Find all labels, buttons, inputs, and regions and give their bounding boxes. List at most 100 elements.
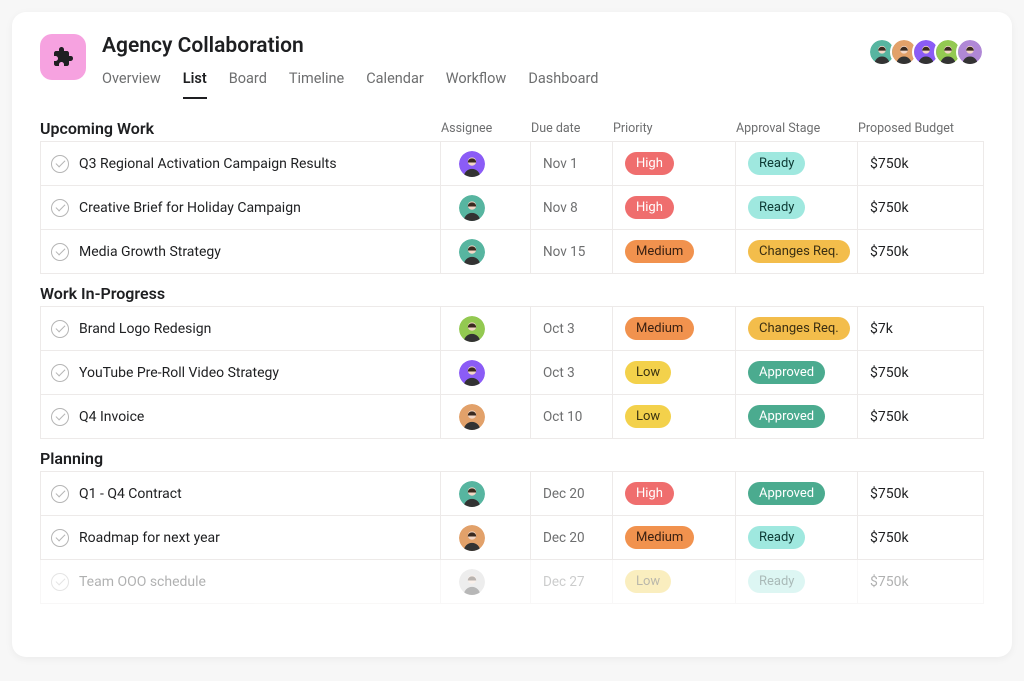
- due-cell[interactable]: Oct 10: [531, 395, 613, 438]
- assignee-avatar[interactable]: [459, 481, 485, 507]
- budget-cell[interactable]: $750k: [858, 472, 983, 515]
- tab-workflow[interactable]: Workflow: [446, 70, 507, 99]
- assignee-avatar[interactable]: [459, 151, 485, 177]
- table-row[interactable]: Q3 Regional Activation Campaign Results …: [40, 141, 984, 186]
- task-cell[interactable]: Creative Brief for Holiday Campaign: [41, 186, 441, 229]
- assignee-cell[interactable]: [441, 560, 531, 603]
- assignee-cell[interactable]: [441, 186, 531, 229]
- priority-cell[interactable]: High: [613, 472, 736, 515]
- complete-task-icon[interactable]: [51, 529, 69, 547]
- budget-cell[interactable]: $750k: [858, 142, 983, 185]
- approval-cell[interactable]: Changes Req.: [736, 307, 858, 350]
- due-cell[interactable]: Dec 27: [531, 560, 613, 603]
- assignee-avatar[interactable]: [459, 195, 485, 221]
- section-title[interactable]: Upcoming Work: [40, 119, 441, 138]
- tab-dashboard[interactable]: Dashboard: [528, 70, 598, 99]
- task-cell[interactable]: Brand Logo Redesign: [41, 307, 441, 350]
- budget-cell[interactable]: $750k: [858, 560, 983, 603]
- tab-board[interactable]: Board: [229, 70, 267, 99]
- due-cell[interactable]: Oct 3: [531, 351, 613, 394]
- approval-pill: Ready: [748, 152, 805, 176]
- assignee-cell[interactable]: [441, 307, 531, 350]
- assignee-avatar[interactable]: [459, 404, 485, 430]
- table-row[interactable]: YouTube Pre-Roll Video Strategy Oct 3 Lo…: [40, 350, 984, 395]
- priority-cell[interactable]: Low: [613, 351, 736, 394]
- task-cell[interactable]: Q3 Regional Activation Campaign Results: [41, 142, 441, 185]
- tab-timeline[interactable]: Timeline: [289, 70, 344, 99]
- table-row[interactable]: Brand Logo Redesign Oct 3 Medium Changes…: [40, 306, 984, 351]
- assignee-avatar[interactable]: [459, 360, 485, 386]
- assignee-avatar[interactable]: [459, 239, 485, 265]
- approval-cell[interactable]: Changes Req.: [736, 230, 858, 273]
- task-cell[interactable]: Roadmap for next year: [41, 516, 441, 559]
- tab-calendar[interactable]: Calendar: [366, 70, 424, 99]
- complete-task-icon[interactable]: [51, 485, 69, 503]
- approval-cell[interactable]: Approved: [736, 351, 858, 394]
- due-cell[interactable]: Nov 1: [531, 142, 613, 185]
- task-cell[interactable]: Team OOO schedule: [41, 560, 441, 603]
- col-header-budget[interactable]: Proposed Budget: [858, 121, 984, 136]
- complete-task-icon[interactable]: [51, 408, 69, 426]
- section-title[interactable]: Planning: [40, 449, 984, 468]
- due-cell[interactable]: Nov 15: [531, 230, 613, 273]
- table-row[interactable]: Q4 Invoice Oct 10 Low Approved $750k: [40, 394, 984, 439]
- col-header-priority[interactable]: Priority: [613, 121, 736, 136]
- assignee-cell[interactable]: [441, 395, 531, 438]
- budget-cell[interactable]: $750k: [858, 230, 983, 273]
- assignee-cell[interactable]: [441, 351, 531, 394]
- approval-cell[interactable]: Ready: [736, 186, 858, 229]
- table-row[interactable]: Q1 - Q4 Contract Dec 20 High Approved $7…: [40, 471, 984, 516]
- col-header-assignee[interactable]: Assignee: [441, 121, 531, 136]
- task-cell[interactable]: YouTube Pre-Roll Video Strategy: [41, 351, 441, 394]
- priority-cell[interactable]: High: [613, 186, 736, 229]
- priority-cell[interactable]: Low: [613, 395, 736, 438]
- assignee-avatar[interactable]: [459, 525, 485, 551]
- approval-cell[interactable]: Ready: [736, 560, 858, 603]
- assignee-avatar[interactable]: [459, 316, 485, 342]
- approval-cell[interactable]: Ready: [736, 142, 858, 185]
- tab-overview[interactable]: Overview: [102, 70, 161, 99]
- priority-cell[interactable]: Medium: [613, 307, 736, 350]
- section-title[interactable]: Work In-Progress: [40, 284, 984, 303]
- priority-cell[interactable]: Medium: [613, 230, 736, 273]
- approval-cell[interactable]: Ready: [736, 516, 858, 559]
- avatar-icon: [459, 525, 485, 551]
- task-cell[interactable]: Media Growth Strategy: [41, 230, 441, 273]
- complete-task-icon[interactable]: [51, 243, 69, 261]
- assignee-cell[interactable]: [441, 516, 531, 559]
- assignee-avatar[interactable]: [459, 569, 485, 595]
- priority-cell[interactable]: Medium: [613, 516, 736, 559]
- approval-cell[interactable]: Approved: [736, 395, 858, 438]
- table-row[interactable]: Media Growth Strategy Nov 15 Medium Chan…: [40, 229, 984, 274]
- due-cell[interactable]: Oct 3: [531, 307, 613, 350]
- budget-cell[interactable]: $750k: [858, 351, 983, 394]
- priority-cell[interactable]: High: [613, 142, 736, 185]
- due-cell[interactable]: Dec 20: [531, 472, 613, 515]
- table-row[interactable]: Creative Brief for Holiday Campaign Nov …: [40, 185, 984, 230]
- col-header-due[interactable]: Due date: [531, 121, 613, 136]
- complete-task-icon[interactable]: [51, 320, 69, 338]
- due-cell[interactable]: Dec 20: [531, 516, 613, 559]
- approval-cell[interactable]: Approved: [736, 472, 858, 515]
- complete-task-icon[interactable]: [51, 155, 69, 173]
- assignee-cell[interactable]: [441, 472, 531, 515]
- budget-cell[interactable]: $7k: [858, 307, 983, 350]
- table-row[interactable]: Team OOO schedule Dec 27 Low Ready $750k: [40, 559, 984, 604]
- budget-cell[interactable]: $750k: [858, 186, 983, 229]
- priority-pill: Medium: [625, 526, 694, 550]
- header-avatar[interactable]: [956, 38, 984, 66]
- table-row[interactable]: Roadmap for next year Dec 20 Medium Read…: [40, 515, 984, 560]
- task-cell[interactable]: Q4 Invoice: [41, 395, 441, 438]
- assignee-cell[interactable]: [441, 142, 531, 185]
- assignee-cell[interactable]: [441, 230, 531, 273]
- tab-list[interactable]: List: [183, 70, 207, 99]
- budget-cell[interactable]: $750k: [858, 395, 983, 438]
- col-header-approval[interactable]: Approval Stage: [736, 121, 858, 136]
- task-cell[interactable]: Q1 - Q4 Contract: [41, 472, 441, 515]
- complete-task-icon[interactable]: [51, 199, 69, 217]
- complete-task-icon[interactable]: [51, 573, 69, 591]
- due-cell[interactable]: Nov 8: [531, 186, 613, 229]
- budget-cell[interactable]: $750k: [858, 516, 983, 559]
- priority-cell[interactable]: Low: [613, 560, 736, 603]
- complete-task-icon[interactable]: [51, 364, 69, 382]
